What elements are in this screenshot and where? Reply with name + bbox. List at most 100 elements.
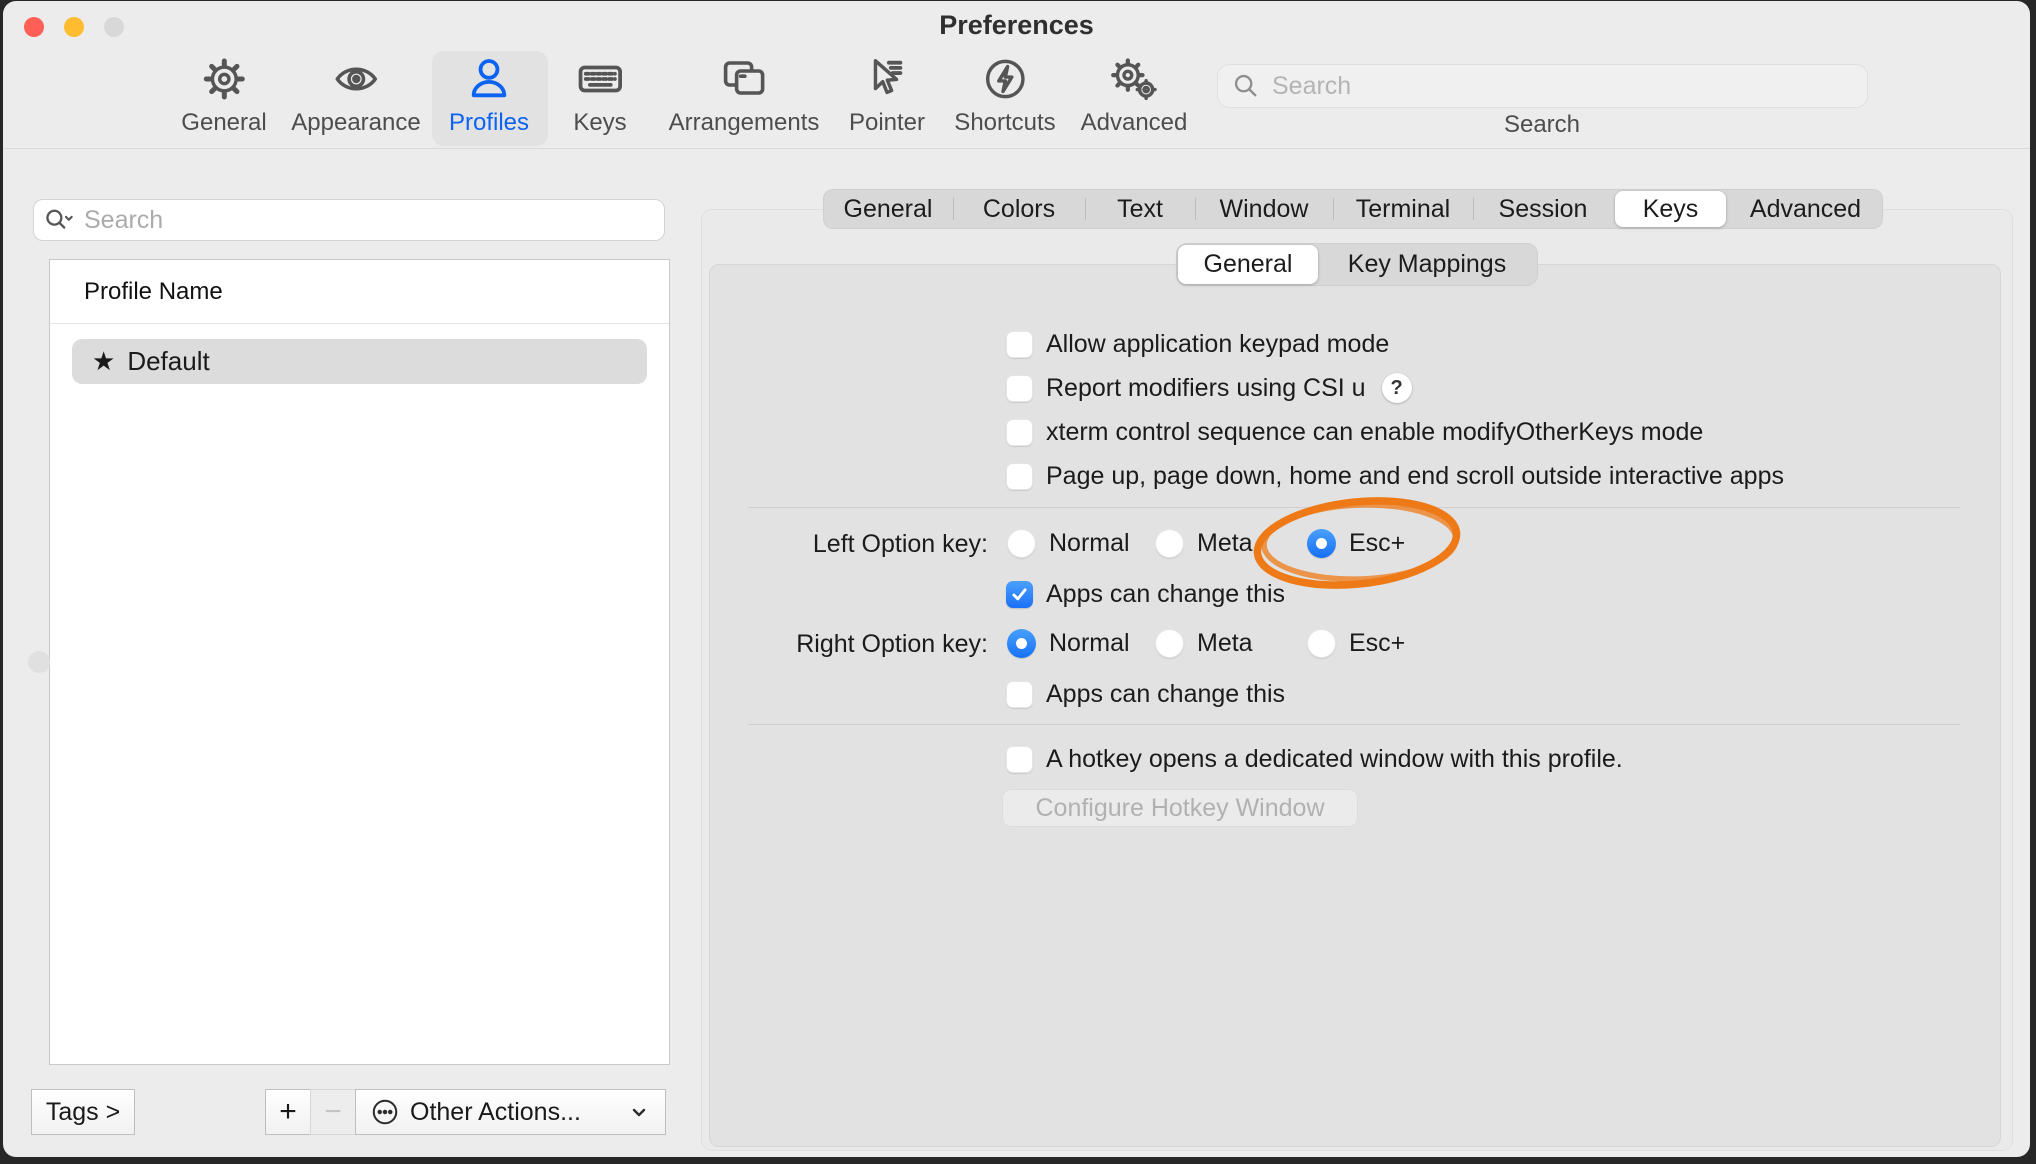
left-option-label: Left Option key:	[703, 530, 988, 559]
toolbar-item-keys[interactable]: Keys	[573, 51, 626, 145]
radio-selected[interactable]	[1007, 629, 1036, 658]
checkbox-label: Report modifiers using CSI u	[1046, 374, 1366, 403]
tab-session[interactable]: Session	[1473, 189, 1613, 229]
add-profile-button[interactable]: +	[265, 1089, 311, 1135]
checkbox-row-scroll-outside[interactable]: Page up, page down, home and end scroll …	[1006, 462, 1784, 490]
toolbar-label: Keys	[573, 109, 626, 137]
toolbar-divider	[3, 148, 2030, 149]
radio[interactable]	[1155, 629, 1184, 658]
tags-button[interactable]: Tags >	[31, 1089, 135, 1135]
profile-search-input[interactable]	[82, 205, 626, 236]
checkbox[interactable]	[1006, 331, 1033, 358]
radio-label: Normal	[1049, 529, 1130, 558]
checkbox-checked[interactable]	[1006, 581, 1033, 608]
toolbar-item-profiles[interactable]: Profiles	[449, 51, 529, 145]
profile-row-default[interactable]: ★ Default	[72, 339, 647, 384]
subtab-general[interactable]: General	[1178, 245, 1318, 284]
other-actions-label: Other Actions...	[410, 1098, 581, 1127]
tab-text[interactable]: Text	[1085, 189, 1195, 229]
toolbar-item-general[interactable]: General	[181, 51, 266, 145]
toolbar-label: Advanced	[1081, 109, 1188, 137]
profile-tabs: General Colors Text Window Terminal Sess…	[823, 189, 1883, 229]
toolbar-search-label: Search	[1504, 111, 1580, 139]
profile-search-field[interactable]	[33, 199, 665, 241]
right-option-label: Right Option key:	[703, 630, 988, 659]
profile-list-header: Profile Name	[84, 278, 223, 306]
tab-advanced[interactable]: Advanced	[1728, 189, 1883, 229]
checkbox-label: Allow application keypad mode	[1046, 330, 1389, 359]
separator	[748, 724, 1960, 725]
checkbox[interactable]	[1006, 681, 1033, 708]
radio-label: Meta	[1197, 629, 1253, 658]
help-button[interactable]: ?	[1382, 373, 1412, 403]
bolt-circle-icon	[982, 51, 1028, 107]
radio[interactable]	[1007, 529, 1036, 558]
toolbar-item-appearance[interactable]: Appearance	[291, 51, 420, 145]
hotkey-checkbox-row[interactable]: A hotkey opens a dedicated window with t…	[1006, 745, 1623, 773]
radio-selected[interactable]	[1307, 529, 1336, 558]
checkbox-label: Page up, page down, home and end scroll …	[1046, 462, 1784, 491]
toolbar-item-arrangements[interactable]: Arrangements	[669, 51, 820, 145]
right-option-radio-normal[interactable]: Normal	[1007, 629, 1130, 658]
search-scope-icon	[44, 205, 74, 235]
toolbar-label: Pointer	[849, 109, 925, 137]
tab-general[interactable]: General	[823, 189, 953, 229]
left-option-apps-can-change[interactable]: Apps can change this	[1006, 580, 1285, 608]
left-option-radio-esc[interactable]: Esc+	[1307, 529, 1405, 558]
tab-colors[interactable]: Colors	[953, 189, 1085, 229]
toolbar-label: Shortcuts	[954, 109, 1055, 137]
radio[interactable]	[1307, 629, 1336, 658]
checkbox-label: A hotkey opens a dedicated window with t…	[1046, 745, 1623, 774]
profile-list: Profile Name ★ Default	[49, 259, 670, 1065]
toolbar-label: Arrangements	[669, 109, 820, 137]
radio[interactable]	[1155, 529, 1184, 558]
checkbox[interactable]	[1006, 375, 1033, 402]
star-icon: ★	[92, 346, 115, 377]
radio-label: Meta	[1197, 529, 1253, 558]
ellipsis-circle-icon	[370, 1097, 400, 1127]
check-icon	[1011, 586, 1028, 603]
radio-label: Esc+	[1349, 529, 1405, 558]
checkbox-row-csiu[interactable]: Report modifiers using CSI u ?	[1006, 374, 1412, 402]
right-option-radio-meta[interactable]: Meta	[1155, 629, 1253, 658]
person-icon	[466, 51, 512, 107]
splitter-handle-dot[interactable]	[28, 651, 50, 673]
checkbox-label: Apps can change this	[1046, 680, 1285, 709]
toolbar-item-advanced[interactable]: Advanced	[1081, 51, 1188, 145]
screenshot-root: Preferences General Appearance Profiles …	[0, 0, 2036, 1164]
windows-icon	[720, 51, 768, 107]
radio-label: Esc+	[1349, 629, 1405, 658]
gear-icon	[201, 51, 247, 107]
gears-icon	[1109, 51, 1159, 107]
right-option-apps-can-change[interactable]: Apps can change this	[1006, 680, 1285, 708]
checkbox-label: xterm control sequence can enable modify…	[1046, 418, 1703, 447]
eye-icon	[332, 51, 380, 107]
preferences-window: Preferences General Appearance Profiles …	[3, 1, 2030, 1157]
search-input[interactable]	[1270, 71, 1834, 102]
checkbox-row-modifyotherkeys[interactable]: xterm control sequence can enable modify…	[1006, 418, 1703, 446]
checkbox-row-keypad[interactable]: Allow application keypad mode	[1006, 330, 1389, 358]
tab-window[interactable]: Window	[1195, 189, 1333, 229]
configure-hotkey-window-button: Configure Hotkey Window	[1002, 789, 1358, 827]
checkbox[interactable]	[1006, 746, 1033, 773]
tab-terminal[interactable]: Terminal	[1333, 189, 1473, 229]
left-option-radio-normal[interactable]: Normal	[1007, 529, 1130, 558]
tab-keys[interactable]: Keys	[1615, 191, 1726, 227]
radio-label: Normal	[1049, 629, 1130, 658]
checkbox[interactable]	[1006, 419, 1033, 446]
toolbar-search-field[interactable]	[1217, 64, 1868, 108]
keys-subtabs: General Key Mappings	[1176, 243, 1538, 286]
chevron-down-icon	[627, 1100, 651, 1124]
header-divider	[50, 323, 669, 324]
toolbar-item-pointer[interactable]: Pointer	[849, 51, 925, 145]
subtab-key-mappings[interactable]: Key Mappings	[1320, 243, 1534, 286]
toolbar-label: General	[181, 109, 266, 137]
checkbox-label: Apps can change this	[1046, 580, 1285, 609]
checkbox[interactable]	[1006, 463, 1033, 490]
profile-name: Default	[127, 346, 209, 377]
other-actions-popup[interactable]: Other Actions...	[355, 1089, 666, 1135]
right-option-radio-esc[interactable]: Esc+	[1307, 629, 1405, 658]
toolbar-item-shortcuts[interactable]: Shortcuts	[954, 51, 1055, 145]
separator	[748, 507, 1960, 508]
left-option-radio-meta[interactable]: Meta	[1155, 529, 1253, 558]
